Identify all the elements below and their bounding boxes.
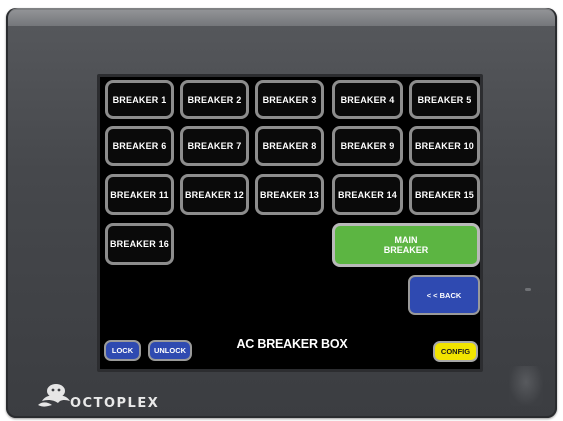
brand-logo-text: OCTOPLEX [70, 396, 160, 411]
breaker-6-button[interactable]: BREAKER 6 [105, 126, 174, 166]
back-button[interactable]: < < BACK [408, 275, 480, 315]
breaker-16-button[interactable]: BREAKER 16 [105, 223, 174, 265]
bezel-highlight [8, 8, 555, 26]
breaker-2-button[interactable]: BREAKER 2 [180, 80, 249, 119]
lock-button[interactable]: LOCK [104, 340, 141, 361]
breaker-15-button[interactable]: BREAKER 15 [409, 174, 480, 215]
device-corner-shadow [509, 366, 543, 406]
breaker-8-button[interactable]: BREAKER 8 [255, 126, 324, 166]
breaker-5-button[interactable]: BREAKER 5 [409, 80, 480, 119]
config-button[interactable]: CONFIG [433, 341, 478, 362]
breaker-4-button[interactable]: BREAKER 4 [332, 80, 403, 119]
breaker-10-button[interactable]: BREAKER 10 [409, 126, 480, 166]
breaker-9-button[interactable]: BREAKER 9 [332, 126, 403, 166]
breaker-11-button[interactable]: BREAKER 11 [105, 174, 174, 215]
breaker-1-button[interactable]: BREAKER 1 [105, 80, 174, 119]
breaker-13-button[interactable]: BREAKER 13 [255, 174, 324, 215]
breaker-12-button[interactable]: BREAKER 12 [180, 174, 249, 215]
breaker-3-button[interactable]: BREAKER 3 [255, 80, 324, 119]
unlock-button[interactable]: UNLOCK [148, 340, 192, 361]
breaker-14-button[interactable]: BREAKER 14 [332, 174, 403, 215]
breaker-7-button[interactable]: BREAKER 7 [180, 126, 249, 166]
light-sensor [525, 288, 531, 291]
main-breaker-button[interactable]: MAIN BREAKER [332, 223, 480, 267]
screen-title: AC BREAKER BOX [236, 337, 348, 351]
